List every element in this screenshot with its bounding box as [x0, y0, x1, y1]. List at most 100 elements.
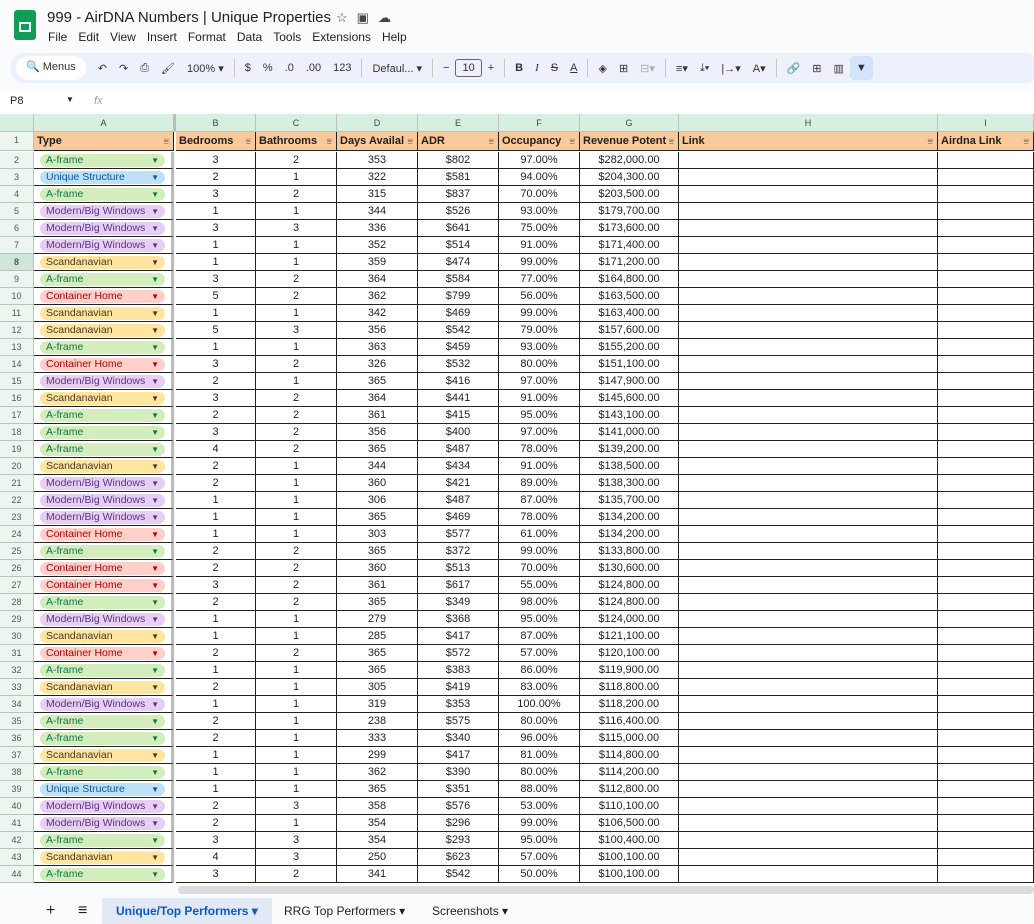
bedrooms-cell[interactable]: 3 [176, 220, 256, 237]
row-number[interactable]: 21 [0, 475, 34, 492]
adr-cell[interactable]: $368 [418, 611, 499, 628]
type-dropdown-chip[interactable]: Container Home ▼ [40, 358, 165, 371]
adr-cell[interactable]: $421 [418, 475, 499, 492]
vertical-align-icon[interactable]: ⤓▾ [694, 62, 715, 75]
link-cell[interactable] [679, 288, 938, 305]
days-available-cell[interactable]: 322 [337, 169, 418, 186]
type-dropdown-chip[interactable]: Modern/Big Windows ▼ [40, 375, 165, 388]
sheets-logo-icon[interactable] [14, 10, 36, 40]
link-cell[interactable] [679, 781, 938, 798]
type-dropdown-chip[interactable]: A-frame ▼ [40, 426, 165, 439]
revenue-potential-cell[interactable]: $164,800.00 [580, 271, 679, 288]
days-available-cell[interactable]: 352 [337, 237, 418, 254]
row-number[interactable]: 44 [0, 866, 34, 883]
select-all-corner[interactable] [0, 114, 34, 132]
revenue-potential-cell[interactable]: $171,400.00 [580, 237, 679, 254]
revenue-potential-cell[interactable]: $100,100.00 [580, 849, 679, 866]
type-cell[interactable]: Modern/Big Windows ▼ [34, 373, 174, 390]
revenue-potential-cell[interactable]: $138,500.00 [580, 458, 679, 475]
link-cell[interactable] [679, 543, 938, 560]
bedrooms-cell[interactable]: 3 [176, 186, 256, 203]
type-cell[interactable]: Modern/Big Windows ▼ [34, 475, 174, 492]
bedrooms-cell[interactable]: 1 [176, 339, 256, 356]
airdna-link-cell[interactable] [938, 492, 1034, 509]
days-available-cell[interactable]: 360 [337, 475, 418, 492]
revenue-potential-cell[interactable]: $282,000.00 [580, 152, 679, 169]
link-cell[interactable] [679, 866, 938, 883]
type-cell[interactable]: A-frame ▼ [34, 832, 174, 849]
sheet-tab-rrg-top-performers[interactable]: RRG Top Performers ▾ [270, 898, 419, 924]
row-number[interactable]: 4 [0, 186, 34, 203]
type-dropdown-chip[interactable]: Modern/Big Windows ▼ [40, 698, 165, 711]
adr-cell[interactable]: $514 [418, 237, 499, 254]
chevron-down-icon[interactable]: ▼ [151, 494, 159, 507]
occupancy-cell[interactable]: 99.00% [499, 305, 580, 322]
chevron-down-icon[interactable]: ▼ [151, 392, 159, 405]
adr-cell[interactable]: $623 [418, 849, 499, 866]
adr-cell[interactable]: $575 [418, 713, 499, 730]
type-dropdown-chip[interactable]: Modern/Big Windows ▼ [40, 205, 165, 218]
adr-cell[interactable]: $441 [418, 390, 499, 407]
row-number[interactable]: 20 [0, 458, 34, 475]
row-number[interactable]: 24 [0, 526, 34, 543]
revenue-potential-cell[interactable]: $100,100.00 [580, 866, 679, 883]
header-cell[interactable]: Airdna Link ⩸ [938, 132, 1034, 151]
bedrooms-cell[interactable]: 2 [176, 815, 256, 832]
row-number[interactable]: 2 [0, 152, 34, 169]
chevron-down-icon[interactable]: ▼ [151, 443, 159, 456]
header-cell[interactable]: Bedrooms ⩸ [176, 132, 256, 151]
bedrooms-cell[interactable]: 2 [176, 560, 256, 577]
insert-chart-icon[interactable]: ▥ [828, 62, 850, 75]
days-available-cell[interactable]: 359 [337, 254, 418, 271]
type-cell[interactable]: A-frame ▼ [34, 407, 174, 424]
days-available-cell[interactable]: 365 [337, 781, 418, 798]
fill-color-icon[interactable]: ◈ [592, 62, 612, 75]
bedrooms-cell[interactable]: 1 [176, 611, 256, 628]
bathrooms-cell[interactable]: 2 [256, 560, 337, 577]
chevron-down-icon[interactable]: ▼ [151, 545, 159, 558]
occupancy-cell[interactable]: 78.00% [499, 441, 580, 458]
airdna-link-cell[interactable] [938, 730, 1034, 747]
occupancy-cell[interactable]: 80.00% [499, 356, 580, 373]
occupancy-cell[interactable]: 94.00% [499, 169, 580, 186]
link-cell[interactable] [679, 475, 938, 492]
chevron-down-icon[interactable]: ▼ [151, 460, 159, 473]
days-available-cell[interactable]: 238 [337, 713, 418, 730]
days-available-cell[interactable]: 362 [337, 288, 418, 305]
chevron-down-icon[interactable]: ▼ [151, 664, 159, 677]
insert-link-icon[interactable]: 🔗 [781, 62, 807, 75]
row-number[interactable]: 5 [0, 203, 34, 220]
decrease-decimal-button[interactable]: .0 [279, 62, 300, 74]
type-cell[interactable]: A-frame ▼ [34, 543, 174, 560]
bedrooms-cell[interactable]: 3 [176, 271, 256, 288]
bedrooms-cell[interactable]: 3 [176, 832, 256, 849]
menu-edit[interactable]: Edit [78, 30, 99, 44]
type-cell[interactable]: Modern/Big Windows ▼ [34, 798, 174, 815]
days-available-cell[interactable]: 365 [337, 594, 418, 611]
chevron-down-icon[interactable]: ▼ [151, 800, 159, 813]
airdna-link-cell[interactable] [938, 509, 1034, 526]
revenue-potential-cell[interactable]: $114,800.00 [580, 747, 679, 764]
bathrooms-cell[interactable]: 1 [256, 662, 337, 679]
adr-cell[interactable]: $340 [418, 730, 499, 747]
link-cell[interactable] [679, 322, 938, 339]
airdna-link-cell[interactable] [938, 611, 1034, 628]
airdna-link-cell[interactable] [938, 169, 1034, 186]
font-size-input[interactable]: 10 [455, 59, 482, 77]
menu-insert[interactable]: Insert [147, 30, 177, 44]
chevron-down-icon[interactable]: ▼ [151, 817, 159, 830]
horizontal-scrollbar[interactable] [178, 886, 1034, 894]
search-menus[interactable]: 🔍 Menus [16, 56, 86, 80]
column-header-B[interactable]: B [176, 114, 256, 132]
occupancy-cell[interactable]: 99.00% [499, 543, 580, 560]
days-available-cell[interactable]: 365 [337, 543, 418, 560]
occupancy-cell[interactable]: 86.00% [499, 662, 580, 679]
occupancy-cell[interactable]: 78.00% [499, 509, 580, 526]
type-dropdown-chip[interactable]: Scandanavian ▼ [40, 392, 165, 405]
occupancy-cell[interactable]: 70.00% [499, 560, 580, 577]
airdna-link-cell[interactable] [938, 152, 1034, 169]
bathrooms-cell[interactable]: 1 [256, 679, 337, 696]
sheet-tab-screenshots[interactable]: Screenshots ▾ [418, 898, 522, 924]
revenue-potential-cell[interactable]: $124,000.00 [580, 611, 679, 628]
type-cell[interactable]: Modern/Big Windows ▼ [34, 237, 174, 254]
